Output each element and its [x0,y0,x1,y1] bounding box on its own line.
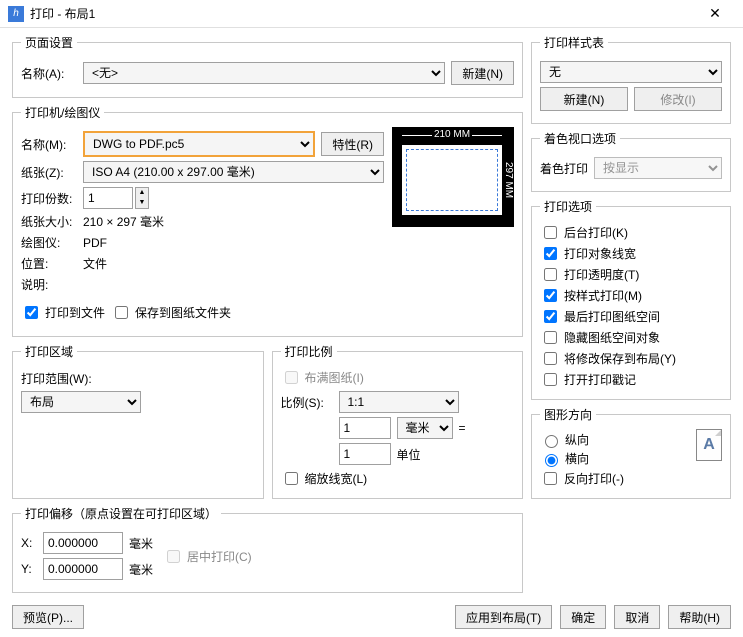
offset-y-input[interactable] [43,558,123,580]
printer-legend: 打印机/绘图仪 [21,104,104,121]
orientation-reverse-checkbox[interactable]: 反向打印(-) [540,469,688,488]
title-bar: h 打印 - 布局1 ✕ [0,0,743,28]
paper-label: 纸张(Z): [21,164,77,181]
description-label: 说明: [21,276,77,293]
orientation-portrait-radio[interactable]: 纵向 [540,431,688,448]
copies-spinner[interactable]: ▲ ▼ [83,187,149,209]
center-plot-checkbox: 居中打印(C) [163,547,252,566]
scale-units-input[interactable] [339,443,391,465]
plot-style-edit-button: 修改(I) [634,87,722,111]
plot-options-legend: 打印选项 [540,198,596,215]
plot-area-group: 打印区域 打印范围(W): 布局 [12,343,264,499]
plot-styles-legend: 打印样式表 [540,34,608,51]
scale-mm-input[interactable] [339,417,391,439]
cancel-button[interactable]: 取消 [614,605,660,629]
orientation-landscape-radio[interactable]: 横向 [540,450,688,467]
window-title: 打印 - 布局1 [30,5,695,22]
scale-unit-select[interactable]: 毫米 [397,417,453,439]
page-setup-name-select[interactable]: <无> [83,62,445,84]
paper-select[interactable]: ISO A4 (210.00 x 297.00 毫米) [83,161,384,183]
plotter-label: 绘图仪: [21,234,77,251]
printer-properties-button[interactable]: 特性(R) [321,132,384,156]
plot-style-new-button[interactable]: 新建(N) [540,87,628,111]
printer-name-label: 名称(M): [21,136,77,153]
preview-button[interactable]: 预览(P)... [12,605,84,629]
plot-scale-group: 打印比例 布满图纸(I) 比例(S): 1:1 毫米 [272,343,524,499]
preview-width-label: 210 MM [402,129,502,140]
plot-offset-group: 打印偏移（原点设置在可打印区域） X: 毫米 Y: 毫米 [12,505,523,593]
offset-y-label: Y: [21,562,37,576]
paper-size-value: 210 × 297 毫米 [83,213,164,230]
opt-transparency-checkbox[interactable]: 打印透明度(T) [540,265,722,284]
shaded-viewport-group: 着色视口选项 着色打印 按显示 [531,130,731,192]
fit-to-paper-checkbox: 布满图纸(I) [281,368,515,387]
opt-hide-objects-checkbox[interactable]: 隐藏图纸空间对象 [540,328,722,347]
paper-preview: 210 MM 297 MM [392,127,514,227]
close-icon[interactable]: ✕ [695,5,735,22]
spinner-down-icon[interactable]: ▼ [136,198,148,208]
shaded-viewport-legend: 着色视口选项 [540,130,620,147]
plot-style-select[interactable]: 无 [540,61,722,83]
shade-plot-select: 按显示 [594,157,722,179]
plot-scale-legend: 打印比例 [281,343,337,360]
plot-options-group: 打印选项 后台打印(K) 打印对象线宽 打印透明度(T) 按样式打印(M) 最后… [531,198,731,400]
scale-equals: = [459,421,466,435]
plotter-value: PDF [83,236,107,250]
page-setup-new-button[interactable]: 新建(N) [451,61,514,85]
offset-x-unit: 毫米 [129,535,153,552]
plot-offset-legend: 打印偏移（原点设置在可打印区域） [21,505,221,522]
plot-range-label: 打印范围(W): [21,370,92,387]
plot-range-select[interactable]: 布局 [21,391,141,413]
page-setup-legend: 页面设置 [21,34,77,51]
plot-styles-group: 打印样式表 无 新建(N) 修改(I) [531,34,731,124]
print-to-file-checkbox[interactable]: 打印到文件 [21,303,105,322]
opt-bystyle-checkbox[interactable]: 按样式打印(M) [540,286,722,305]
offset-x-input[interactable] [43,532,123,554]
opt-lineweights-checkbox[interactable]: 打印对象线宽 [540,244,722,263]
opt-save-changes-checkbox[interactable]: 将修改保存到布局(Y) [540,349,722,368]
orientation-icon: A [696,429,722,461]
plot-area-legend: 打印区域 [21,343,77,360]
spinner-up-icon[interactable]: ▲ [136,188,148,198]
scale-ratio-label: 比例(S): [281,394,333,411]
apply-to-layout-button[interactable]: 应用到布局(T) [455,605,552,629]
scale-units-label: 单位 [397,446,421,463]
preview-height-label: 297 MM [502,145,514,215]
copies-input[interactable] [83,187,133,209]
scale-ratio-select[interactable]: 1:1 [339,391,459,413]
scale-lineweights-checkbox[interactable]: 缩放线宽(L) [281,469,515,488]
printer-name-select[interactable]: DWG to PDF.pc5 [83,131,315,157]
help-button[interactable]: 帮助(H) [668,605,731,629]
offset-y-unit: 毫米 [129,561,153,578]
opt-background-checkbox[interactable]: 后台打印(K) [540,223,722,242]
page-setup-group: 页面设置 名称(A): <无> 新建(N) [12,34,523,98]
save-to-drawing-folder-checkbox[interactable]: 保存到图纸文件夹 [111,303,231,322]
app-icon: h [8,6,24,22]
orientation-legend: 图形方向 [540,406,596,423]
page-setup-name-label: 名称(A): [21,65,77,82]
printer-group: 打印机/绘图仪 名称(M): DWG to PDF.pc5 特性(R) 纸张(Z… [12,104,523,337]
location-label: 位置: [21,255,77,272]
copies-label: 打印份数: [21,190,77,207]
shade-plot-label: 着色打印 [540,160,588,177]
opt-paperspace-last-checkbox[interactable]: 最后打印图纸空间 [540,307,722,326]
opt-stamp-checkbox[interactable]: 打开打印戳记 [540,370,722,389]
offset-x-label: X: [21,536,37,550]
orientation-group: 图形方向 纵向 横向 反向打印(-) A [531,406,731,499]
ok-button[interactable]: 确定 [560,605,606,629]
location-value: 文件 [83,255,107,272]
paper-size-label: 纸张大小: [21,213,77,230]
